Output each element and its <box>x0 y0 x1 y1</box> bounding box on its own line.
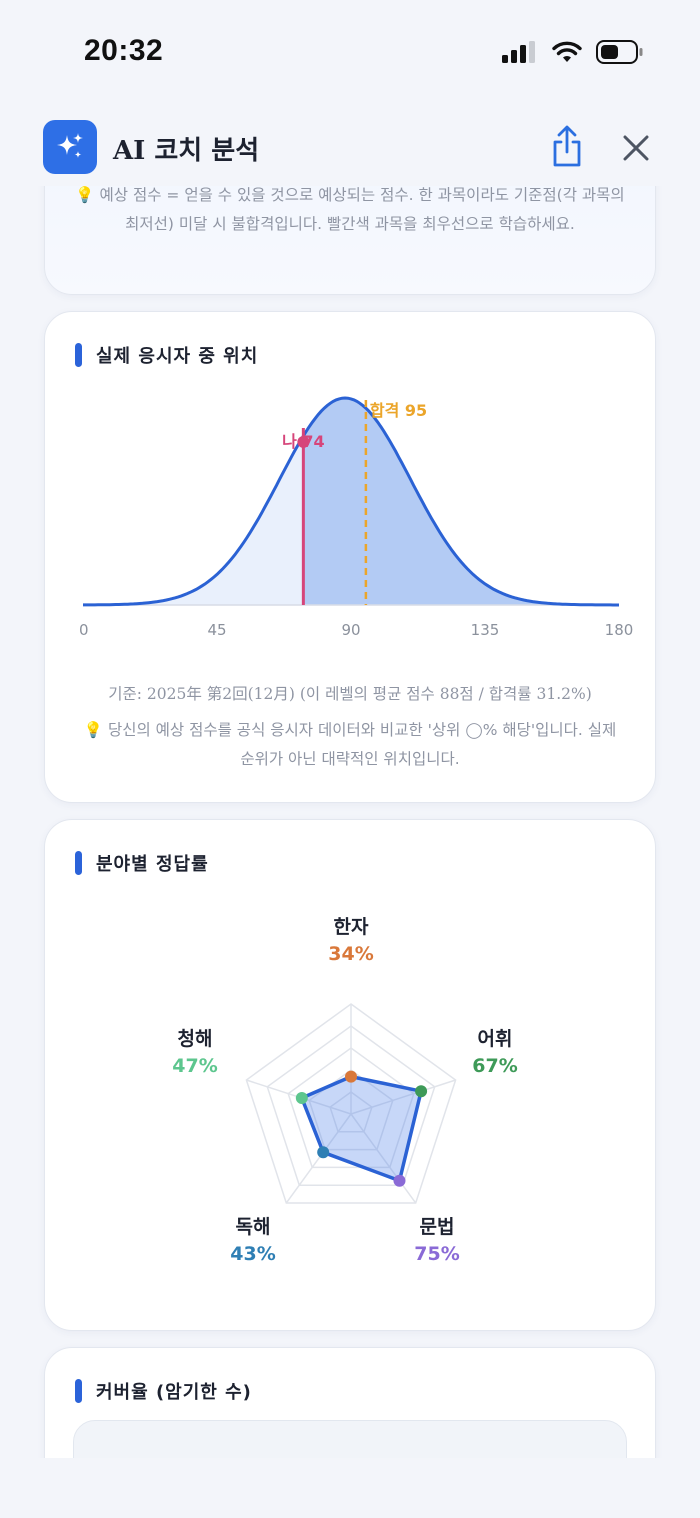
radar-category-name: 문법 <box>419 1216 455 1238</box>
battery-icon <box>596 40 643 64</box>
signal-icon <box>502 41 535 63</box>
radar-label: 청해 47% <box>135 1024 255 1077</box>
x-tick-label: 0 <box>79 621 89 639</box>
share-button[interactable] <box>548 124 586 168</box>
coverage-title: 커버율 (암기한 수) <box>96 1382 252 1403</box>
share-icon <box>553 125 581 167</box>
title-accent-bar <box>75 1379 82 1403</box>
bottom-area <box>0 1458 700 1518</box>
distribution-card: 실제 응시자 중 위치 나 74 합격 95 0 45 90 135 180 기준: 2… <box>44 311 656 803</box>
close-icon <box>623 135 649 161</box>
page-title: AI 코치 분석 <box>113 136 260 166</box>
close-button[interactable] <box>616 128 656 168</box>
x-tick-label: 90 <box>341 621 360 639</box>
radar-point <box>345 1070 357 1083</box>
my-score-label: 나 74 <box>282 432 325 451</box>
radar-category-name: 독해 <box>235 1216 271 1238</box>
radar-point <box>393 1174 406 1187</box>
coverage-title-row: 커버율 (암기한 수) <box>75 1378 252 1404</box>
status-time: 20:32 <box>84 34 164 67</box>
radar-label: 한자 34% <box>291 912 411 965</box>
radar-point <box>295 1092 308 1105</box>
radar-category-value: 75% <box>414 1243 460 1265</box>
header: AI 코치 분석 <box>0 110 700 186</box>
distribution-note: 💡 당신의 예상 점수를 공식 응시자 데이터와 비교한 '상위 ◯% 해당'입… <box>83 721 617 768</box>
radar-label: 독해 43% <box>193 1212 313 1265</box>
pass-score-label: 합격 95 <box>370 401 427 420</box>
sparkle-app-icon <box>43 120 97 174</box>
radar-category-value: 43% <box>230 1243 276 1265</box>
wifi-icon <box>552 41 582 62</box>
radar-category-name: 청해 <box>177 1028 213 1050</box>
x-tick-label: 45 <box>207 621 226 639</box>
status-icons <box>502 40 644 64</box>
radar-point <box>317 1146 330 1159</box>
score-note: 💡 예상 점수 = 얻을 수 있을 것으로 예상되는 점수. 한 과목이라도 기… <box>75 186 625 233</box>
x-tick-label: 180 <box>605 621 634 639</box>
status-bar: 20:32 <box>0 0 700 100</box>
distribution-area-above <box>303 398 619 605</box>
radar-point <box>415 1085 428 1098</box>
radar-category-name: 한자 <box>333 916 369 938</box>
radar-label: 문법 75% <box>377 1212 497 1265</box>
distribution-area-below <box>83 435 304 605</box>
radar-category-name: 어휘 <box>477 1028 513 1050</box>
radar-card: 분야별 정답률 한자 34% 어휘 67% 문법 75% 독해 43% 청해 47% <box>44 819 656 1331</box>
radar-category-value: 34% <box>328 943 374 965</box>
radar-label: 어휘 67% <box>435 1024 555 1077</box>
distribution-chart: 나 74 합격 95 0 45 90 135 180 <box>79 396 633 639</box>
x-axis-ticks: 0 45 90 135 180 <box>79 621 633 639</box>
radar-category-value: 47% <box>172 1055 218 1077</box>
radar-category-value: 67% <box>472 1055 518 1077</box>
sparkles-icon <box>57 133 83 158</box>
radar-value-polygon <box>300 1074 423 1183</box>
x-tick-label: 135 <box>471 621 500 639</box>
distribution-basis: 기준: 2025年 第2回(12月) (이 레벨의 평균 점수 88점 / 합격… <box>108 685 592 703</box>
